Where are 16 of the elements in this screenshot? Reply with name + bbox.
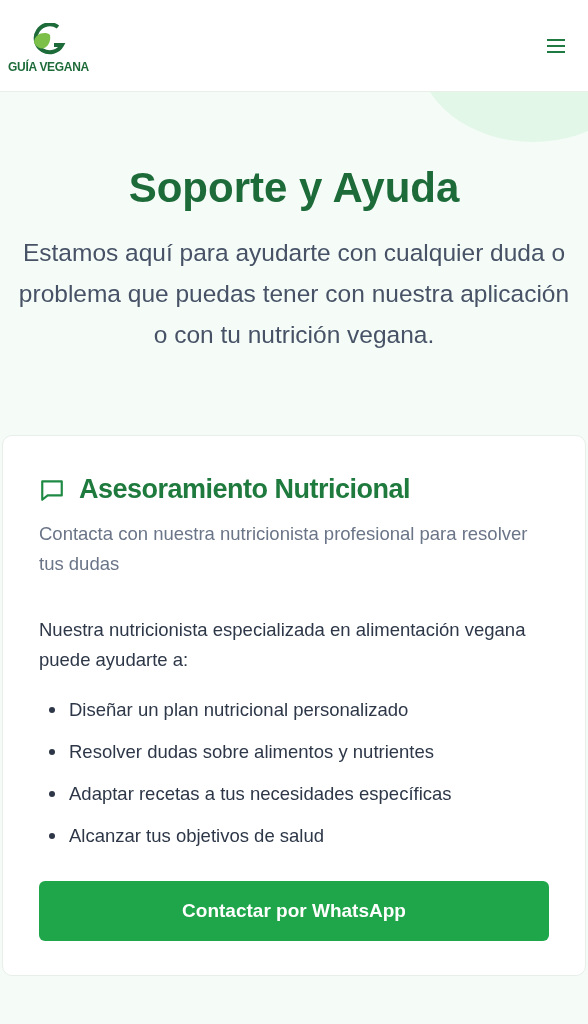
list-item: Adaptar recetas a tus necesidades específicas: [69, 782, 452, 806]
page-title: Soporte y Ayuda: [127, 164, 461, 212]
bullet-icon: [49, 833, 55, 839]
whatsapp-button[interactable]: Contactar por WhatsApp: [39, 881, 549, 941]
menu-icon[interactable]: [546, 37, 566, 54]
page-subtitle: Estamos aquí para ayudarte con cualquier duda o problema que puedas tener con nuestra aplicación o con tu nutrición vegana.: [17, 238, 571, 350]
logo-text: GUÍA VEGANA: [8, 60, 89, 74]
list-item: Diseñar un plan nutricional personalizado: [69, 698, 409, 722]
card-intro: Nuestra nutricionista especializada en alimentación vegana puede ayudarte a:: [39, 618, 527, 672]
list-item: Resolver dudas sobre alimentos y nutrientes: [69, 740, 435, 764]
bullet-icon: [49, 707, 55, 713]
list-item: Alcanzar tus objetivos de salud: [69, 824, 325, 848]
card-description: Contacta con nuestra nutricionista profesional para resolver tus dudas: [39, 522, 529, 576]
card-title: Asesoramiento Nutricional: [79, 474, 411, 505]
bullet-icon: [49, 749, 55, 755]
bullet-icon: [49, 791, 55, 797]
